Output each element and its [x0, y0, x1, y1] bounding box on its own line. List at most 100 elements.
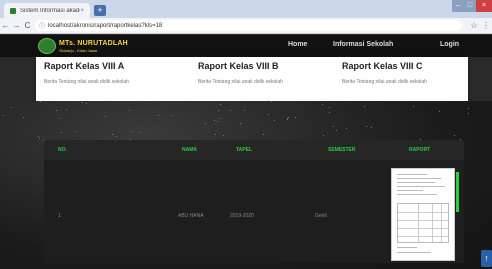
card-description: Berita Tentang nilai anak didik sekolah: [44, 79, 129, 85]
header-raport: RAPORT: [409, 147, 431, 153]
background-speck: [172, 115, 173, 116]
background-speck: [66, 109, 67, 110]
background-speck: [220, 104, 221, 105]
raport-card-viii-c[interactable]: Raport Kelas VIII C Berita Tentang nilai…: [342, 61, 472, 85]
row-highlight-bar: [456, 172, 459, 212]
background-speck: [366, 126, 367, 127]
url-field[interactable]: ⓘ localhost/akronis/raport/raportkelas?k…: [35, 20, 462, 31]
logo-subtitle: Sidoarjo - Krian Jawa: [59, 47, 98, 53]
browser-tab-strip: Sistem Informasi akademik × + – □ ×: [0, 0, 492, 18]
background-speck: [364, 106, 365, 107]
background-speck: [263, 134, 264, 135]
background-speck: [274, 120, 275, 121]
background-speck: [11, 107, 12, 108]
table-header: NO. NAMA TAPEL SEMESTER RAPORT: [44, 140, 464, 160]
background-speck: [468, 108, 469, 109]
background-speck: [3, 115, 4, 116]
background-speck: [323, 135, 324, 136]
background-speck: [295, 117, 296, 118]
background-speck: [230, 110, 231, 111]
card-title[interactable]: Raport Kelas VIII A: [44, 61, 174, 71]
site-navbar: MTs. NURUTADLAH Sidoarjo - Krian Jawa Ho…: [0, 35, 492, 57]
background-speck: [413, 106, 414, 107]
background-speck: [38, 136, 39, 137]
reload-button[interactable]: C: [22, 21, 33, 30]
nav-info-link[interactable]: Informasi Sekolah: [333, 41, 393, 48]
background-speck: [214, 120, 215, 121]
background-speck: [59, 118, 60, 119]
tab-title: Sistem Informasi akademik: [20, 7, 80, 14]
background-speck: [220, 118, 221, 119]
header-nama: NAMA: [182, 147, 197, 153]
site-info-icon[interactable]: ⓘ: [39, 21, 45, 30]
nav-home-link[interactable]: Home: [288, 41, 307, 48]
background-speck: [468, 113, 469, 114]
background-speck: [240, 123, 241, 124]
site-favicon-icon: [10, 7, 16, 14]
bookmark-star-icon[interactable]: ☆: [468, 21, 480, 30]
close-window-button[interactable]: ×: [476, 0, 492, 12]
address-bar: ← → C ⓘ localhost/akronis/raport/raportk…: [0, 18, 492, 34]
new-tab-button[interactable]: +: [94, 5, 106, 16]
background-speck: [23, 117, 24, 118]
background-speck: [112, 134, 113, 135]
background-speck: [40, 101, 41, 102]
background-speck: [329, 107, 330, 108]
raport-cards-panel: Raport Kelas VIII A Berita Tentang nilai…: [36, 57, 468, 101]
background-speck: [244, 110, 245, 111]
background-speck: [454, 135, 455, 136]
background-speck: [271, 101, 272, 102]
browser-menu-icon[interactable]: ⋮: [480, 21, 492, 30]
cell-tapel: 2019-2020: [230, 213, 254, 219]
cell-nama: ABU HANA: [178, 213, 204, 219]
header-tapel: TAPEL: [236, 147, 253, 153]
background-speck: [371, 127, 372, 128]
logo-title: MTs. NURUTADLAH: [59, 39, 128, 47]
background-speck: [61, 132, 62, 133]
background-speck: [223, 135, 224, 136]
raport-card-viii-b[interactable]: Raport Kelas VIII B Berita Tentang nilai…: [198, 61, 328, 85]
card-title[interactable]: Raport Kelas VIII B: [198, 61, 328, 71]
back-button[interactable]: ←: [0, 21, 11, 30]
background-speck: [132, 131, 133, 132]
browser-tab[interactable]: Sistem Informasi akademik ×: [4, 3, 90, 18]
background-speck: [205, 123, 206, 124]
background-speck: [333, 126, 334, 127]
url-text: localhost/akronis/raport/raportkelas?kls…: [48, 22, 163, 29]
card-description: Berita Tentang nilai anak didik sekolah: [342, 79, 427, 85]
school-emblem-icon: [38, 38, 56, 54]
background-speck: [105, 116, 106, 117]
background-speck: [329, 112, 330, 113]
background-speck: [139, 132, 140, 133]
background-speck: [158, 115, 159, 116]
raport-document-thumbnail[interactable]: [391, 168, 455, 261]
card-title[interactable]: Raport Kelas VIII C: [342, 61, 472, 71]
background-speck: [82, 102, 83, 103]
background-speck: [288, 117, 289, 118]
raport-card-viii-a[interactable]: Raport Kelas VIII A Berita Tentang nilai…: [44, 61, 174, 85]
background-speck: [86, 103, 87, 104]
cell-semester: Genil: [315, 213, 327, 219]
nav-login-link[interactable]: Login: [440, 41, 459, 48]
header-no: NO.: [58, 147, 67, 153]
minimize-button[interactable]: –: [452, 0, 464, 12]
maximize-button[interactable]: □: [464, 0, 476, 12]
forward-button[interactable]: →: [11, 21, 22, 30]
scroll-to-top-button[interactable]: ↑: [481, 250, 492, 267]
background-speck: [217, 121, 218, 122]
window-controls: – □ ×: [452, 0, 492, 12]
background-speck: [322, 104, 323, 105]
close-tab-icon[interactable]: ×: [80, 8, 84, 14]
background-speck: [268, 114, 269, 115]
background-speck: [287, 119, 288, 120]
background-speck: [129, 110, 130, 111]
background-speck: [116, 136, 117, 137]
header-semester: SEMESTER: [328, 147, 356, 153]
background-speck: [75, 131, 76, 132]
site-logo[interactable]: MTs. NURUTADLAH Sidoarjo - Krian Jawa: [38, 38, 128, 54]
background-speck: [346, 128, 347, 129]
cell-no: 1: [58, 213, 61, 219]
background-speck: [39, 138, 40, 139]
background-speck: [218, 110, 219, 111]
background-speck: [439, 111, 440, 112]
